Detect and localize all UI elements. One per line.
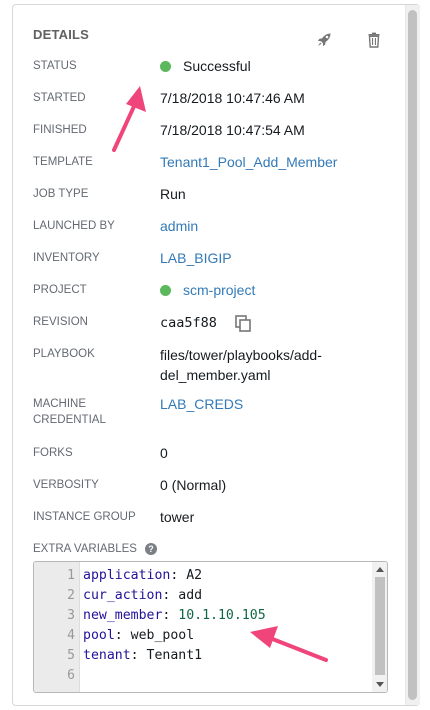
status-value: Successful xyxy=(160,57,251,75)
page-scrollbar-thumb[interactable] xyxy=(408,10,417,700)
yaml-key: application xyxy=(83,568,171,583)
line-number: 2 xyxy=(67,588,75,603)
project-value: scm-project xyxy=(160,281,255,299)
project-label: PROJECT xyxy=(33,284,87,296)
editor-scrollbar-thumb[interactable] xyxy=(375,577,385,675)
code-line[interactable]: application: A2 xyxy=(83,566,202,586)
scroll-down-icon[interactable] xyxy=(376,682,384,687)
editor-gutter: 1 2 3 4 5 6 xyxy=(34,562,80,692)
job-type-value: Run xyxy=(160,186,186,202)
verbosity-label: VERBOSITY xyxy=(33,479,99,491)
scroll-up-icon[interactable] xyxy=(376,567,384,572)
yaml-colon: : xyxy=(114,628,131,643)
inventory-label: INVENTORY xyxy=(33,252,100,264)
extra-variables-editor[interactable]: 123456 application: A2 cur_action: add new… xyxy=(33,561,388,693)
yaml-value: A2 xyxy=(186,568,203,583)
status-text: Successful xyxy=(183,58,251,74)
code-line[interactable]: new_member: 10.1.10.105 xyxy=(83,606,266,626)
panel-title: DETAILS xyxy=(33,27,90,42)
machine-credential-label-line2: CREDENTIAL xyxy=(33,414,106,426)
finished-label: FINISHED xyxy=(33,124,87,136)
yaml-key: cur_action xyxy=(83,588,163,603)
machine-credential-label: MACHINE CREDENTIAL xyxy=(33,396,151,428)
yaml-key: new_member xyxy=(83,608,163,623)
yaml-colon: : xyxy=(162,588,179,603)
finished-value: 7/18/2018 10:47:54 AM xyxy=(160,122,305,138)
code-line[interactable]: cur_action: add xyxy=(83,586,202,606)
yaml-key: tenant xyxy=(83,648,131,663)
launched-by-link[interactable]: admin xyxy=(160,217,198,235)
playbook-value-line1: files/tower/playbooks/add- xyxy=(160,347,322,363)
instance-group-label: INSTANCE GROUP xyxy=(33,511,136,523)
playbook-value: files/tower/playbooks/add- del_member.ya… xyxy=(160,345,322,385)
editor-scrollbar[interactable] xyxy=(372,562,387,692)
instance-group-value: tower xyxy=(160,509,195,525)
help-icon[interactable]: ? xyxy=(144,543,157,555)
forks-value: 0 xyxy=(160,445,168,461)
playbook-label: PLAYBOOK xyxy=(33,348,95,360)
template-link[interactable]: Tenant1_Pool_Add_Member xyxy=(160,153,337,171)
success-status-icon xyxy=(160,61,171,72)
yaml-value: web_pool xyxy=(130,628,195,643)
trash-icon[interactable] xyxy=(364,30,384,50)
yaml-value: Tenant1 xyxy=(146,648,203,663)
revision-value: caa5f88 xyxy=(160,315,217,331)
line-number: 3 xyxy=(67,608,75,623)
extra-variables-label-text: EXTRA VARIABLES xyxy=(33,543,137,555)
yaml-colon: : xyxy=(170,568,187,583)
started-label: STARTED xyxy=(33,92,86,104)
yaml-colon: : xyxy=(130,648,147,663)
editor-code-area[interactable]: application: A2 cur_action: add new_member… xyxy=(80,562,371,692)
code-line[interactable]: pool: web_pool xyxy=(83,626,194,646)
started-value: 7/18/2018 10:47:46 AM xyxy=(160,90,305,106)
copy-icon[interactable] xyxy=(233,313,253,333)
project-status-icon xyxy=(160,285,171,296)
line-number: 4 xyxy=(67,628,75,643)
inventory-link[interactable]: LAB_BIGIP xyxy=(160,249,232,267)
line-number: 5 xyxy=(67,648,75,663)
status-label: STATUS xyxy=(33,60,77,72)
forks-label: FORKS xyxy=(33,447,73,459)
rocket-icon[interactable] xyxy=(314,30,334,50)
line-number: 1 xyxy=(67,568,75,583)
yaml-value: add xyxy=(178,588,203,603)
verbosity-value: 0 (Normal) xyxy=(160,477,227,493)
machine-credential-link[interactable]: LAB_CREDS xyxy=(160,395,243,413)
template-label: TEMPLATE xyxy=(33,156,93,168)
project-link[interactable]: scm-project xyxy=(183,282,255,298)
extra-variables-label: EXTRA VARIABLES? xyxy=(33,541,233,557)
revision-label: REVISION xyxy=(33,316,88,328)
playbook-value-line2: del_member.yaml xyxy=(160,367,271,383)
job-type-label: JOB TYPE xyxy=(33,188,89,200)
yaml-key: pool xyxy=(83,628,115,643)
machine-credential-label-line1: MACHINE xyxy=(33,398,87,410)
code-line[interactable]: tenant: Tenant1 xyxy=(83,646,202,666)
line-number: 6 xyxy=(67,668,75,683)
launched-by-label: LAUNCHED BY xyxy=(33,220,115,232)
yaml-colon: : xyxy=(162,608,179,623)
yaml-value: 10.1.10.105 xyxy=(178,608,266,623)
